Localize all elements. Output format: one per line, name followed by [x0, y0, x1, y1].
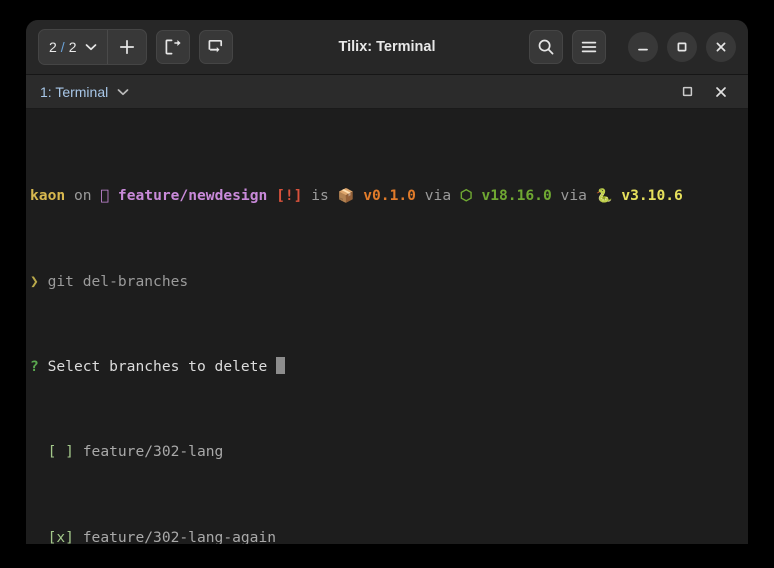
- terminal-command-line: ❯ git del-branches: [30, 271, 748, 292]
- close-icon: [714, 40, 728, 54]
- nodejs-icon: ⬡: [459, 186, 473, 204]
- session-controls-group: 2 / 2: [38, 29, 148, 65]
- session-total-count: 2: [68, 39, 77, 55]
- menu-button[interactable]: [572, 30, 606, 64]
- add-terminal-down-button[interactable]: [199, 30, 234, 64]
- prompt-user: kaon: [30, 186, 66, 204]
- option-checkbox[interactable]: [x]: [48, 529, 74, 544]
- terminal-titlebar: 1: Terminal: [26, 75, 748, 109]
- question-text: Select branches to delete: [47, 358, 268, 376]
- terminal-question-line: ? Select branches to delete: [30, 356, 748, 377]
- prompt-python-version: v3.10.6: [621, 186, 683, 204]
- prompt-via-2: via: [560, 186, 587, 204]
- option-row[interactable]: [x] feature/302-lang-again: [30, 527, 748, 544]
- headerbar-left-group: 2 / 2: [38, 29, 234, 65]
- close-button[interactable]: [706, 32, 736, 62]
- git-branch-icon: : [100, 186, 110, 204]
- session-selector-button[interactable]: 2 / 2: [39, 30, 107, 64]
- new-session-button[interactable]: [107, 30, 146, 64]
- maximize-icon: [681, 85, 694, 98]
- option-pointer: [30, 443, 39, 460]
- prompt-package-version: v0.1.0: [363, 186, 416, 204]
- session-separator: /: [60, 39, 65, 55]
- minimize-icon: [636, 40, 650, 54]
- terminal-close-button[interactable]: [710, 81, 732, 103]
- prompt-dirty-flag: [!]: [276, 186, 303, 204]
- split-horizontal-icon: [207, 38, 225, 56]
- package-emoji-icon: 📦: [337, 187, 355, 204]
- maximize-icon: [675, 40, 689, 54]
- session-current-index: 2: [49, 39, 57, 55]
- option-label: feature/302-lang: [82, 443, 224, 461]
- search-button[interactable]: [529, 30, 563, 64]
- window-headerbar: Tilix: Terminal 2 / 2: [26, 20, 748, 75]
- chevron-down-icon: [117, 88, 129, 96]
- option-row[interactable]: [ ] feature/302-lang: [30, 441, 748, 462]
- hamburger-icon: [580, 38, 598, 56]
- close-icon: [714, 85, 728, 99]
- add-terminal-right-button[interactable]: [156, 30, 191, 64]
- plus-icon: [119, 39, 135, 55]
- headerbar-right-group: [529, 30, 736, 64]
- split-vertical-icon: [164, 38, 182, 56]
- terminal-titlebar-controls: [676, 81, 738, 103]
- terminal-menu-button[interactable]: [117, 88, 129, 96]
- option-label: feature/302-lang-again: [82, 528, 277, 544]
- minimize-button[interactable]: [628, 32, 658, 62]
- text-cursor: [276, 357, 285, 375]
- maximize-button[interactable]: [667, 32, 697, 62]
- search-icon: [537, 38, 555, 56]
- question-marker: ?: [30, 358, 39, 376]
- terminal-title-label: 1: Terminal: [40, 83, 109, 100]
- snake-emoji-icon: 🐍: [595, 187, 613, 204]
- terminal-maximize-button[interactable]: [676, 81, 698, 103]
- tilix-window: Tilix: Terminal 2 / 2 1: Terminal kaon o…: [26, 20, 748, 544]
- option-checkbox[interactable]: [ ]: [48, 443, 74, 460]
- option-pointer: [30, 529, 39, 544]
- terminal-prompt-line: kaon on  feature/newdesign [!] is 📦 v0.…: [30, 185, 748, 207]
- prompt-arrow: ❯: [30, 273, 39, 291]
- prompt-on-word: on: [73, 186, 92, 204]
- terminal-screen[interactable]: kaon on  feature/newdesign [!] is 📦 v0.…: [26, 109, 748, 544]
- chevron-down-icon: [85, 43, 97, 51]
- prompt-is-word: is: [311, 186, 329, 204]
- prompt-branch-name: feature/newdesign: [117, 186, 268, 204]
- prompt-node-version: v18.16.0: [481, 186, 552, 204]
- prompt-via-1: via: [424, 186, 452, 204]
- terminal-command-text: git del-branches: [47, 273, 189, 291]
